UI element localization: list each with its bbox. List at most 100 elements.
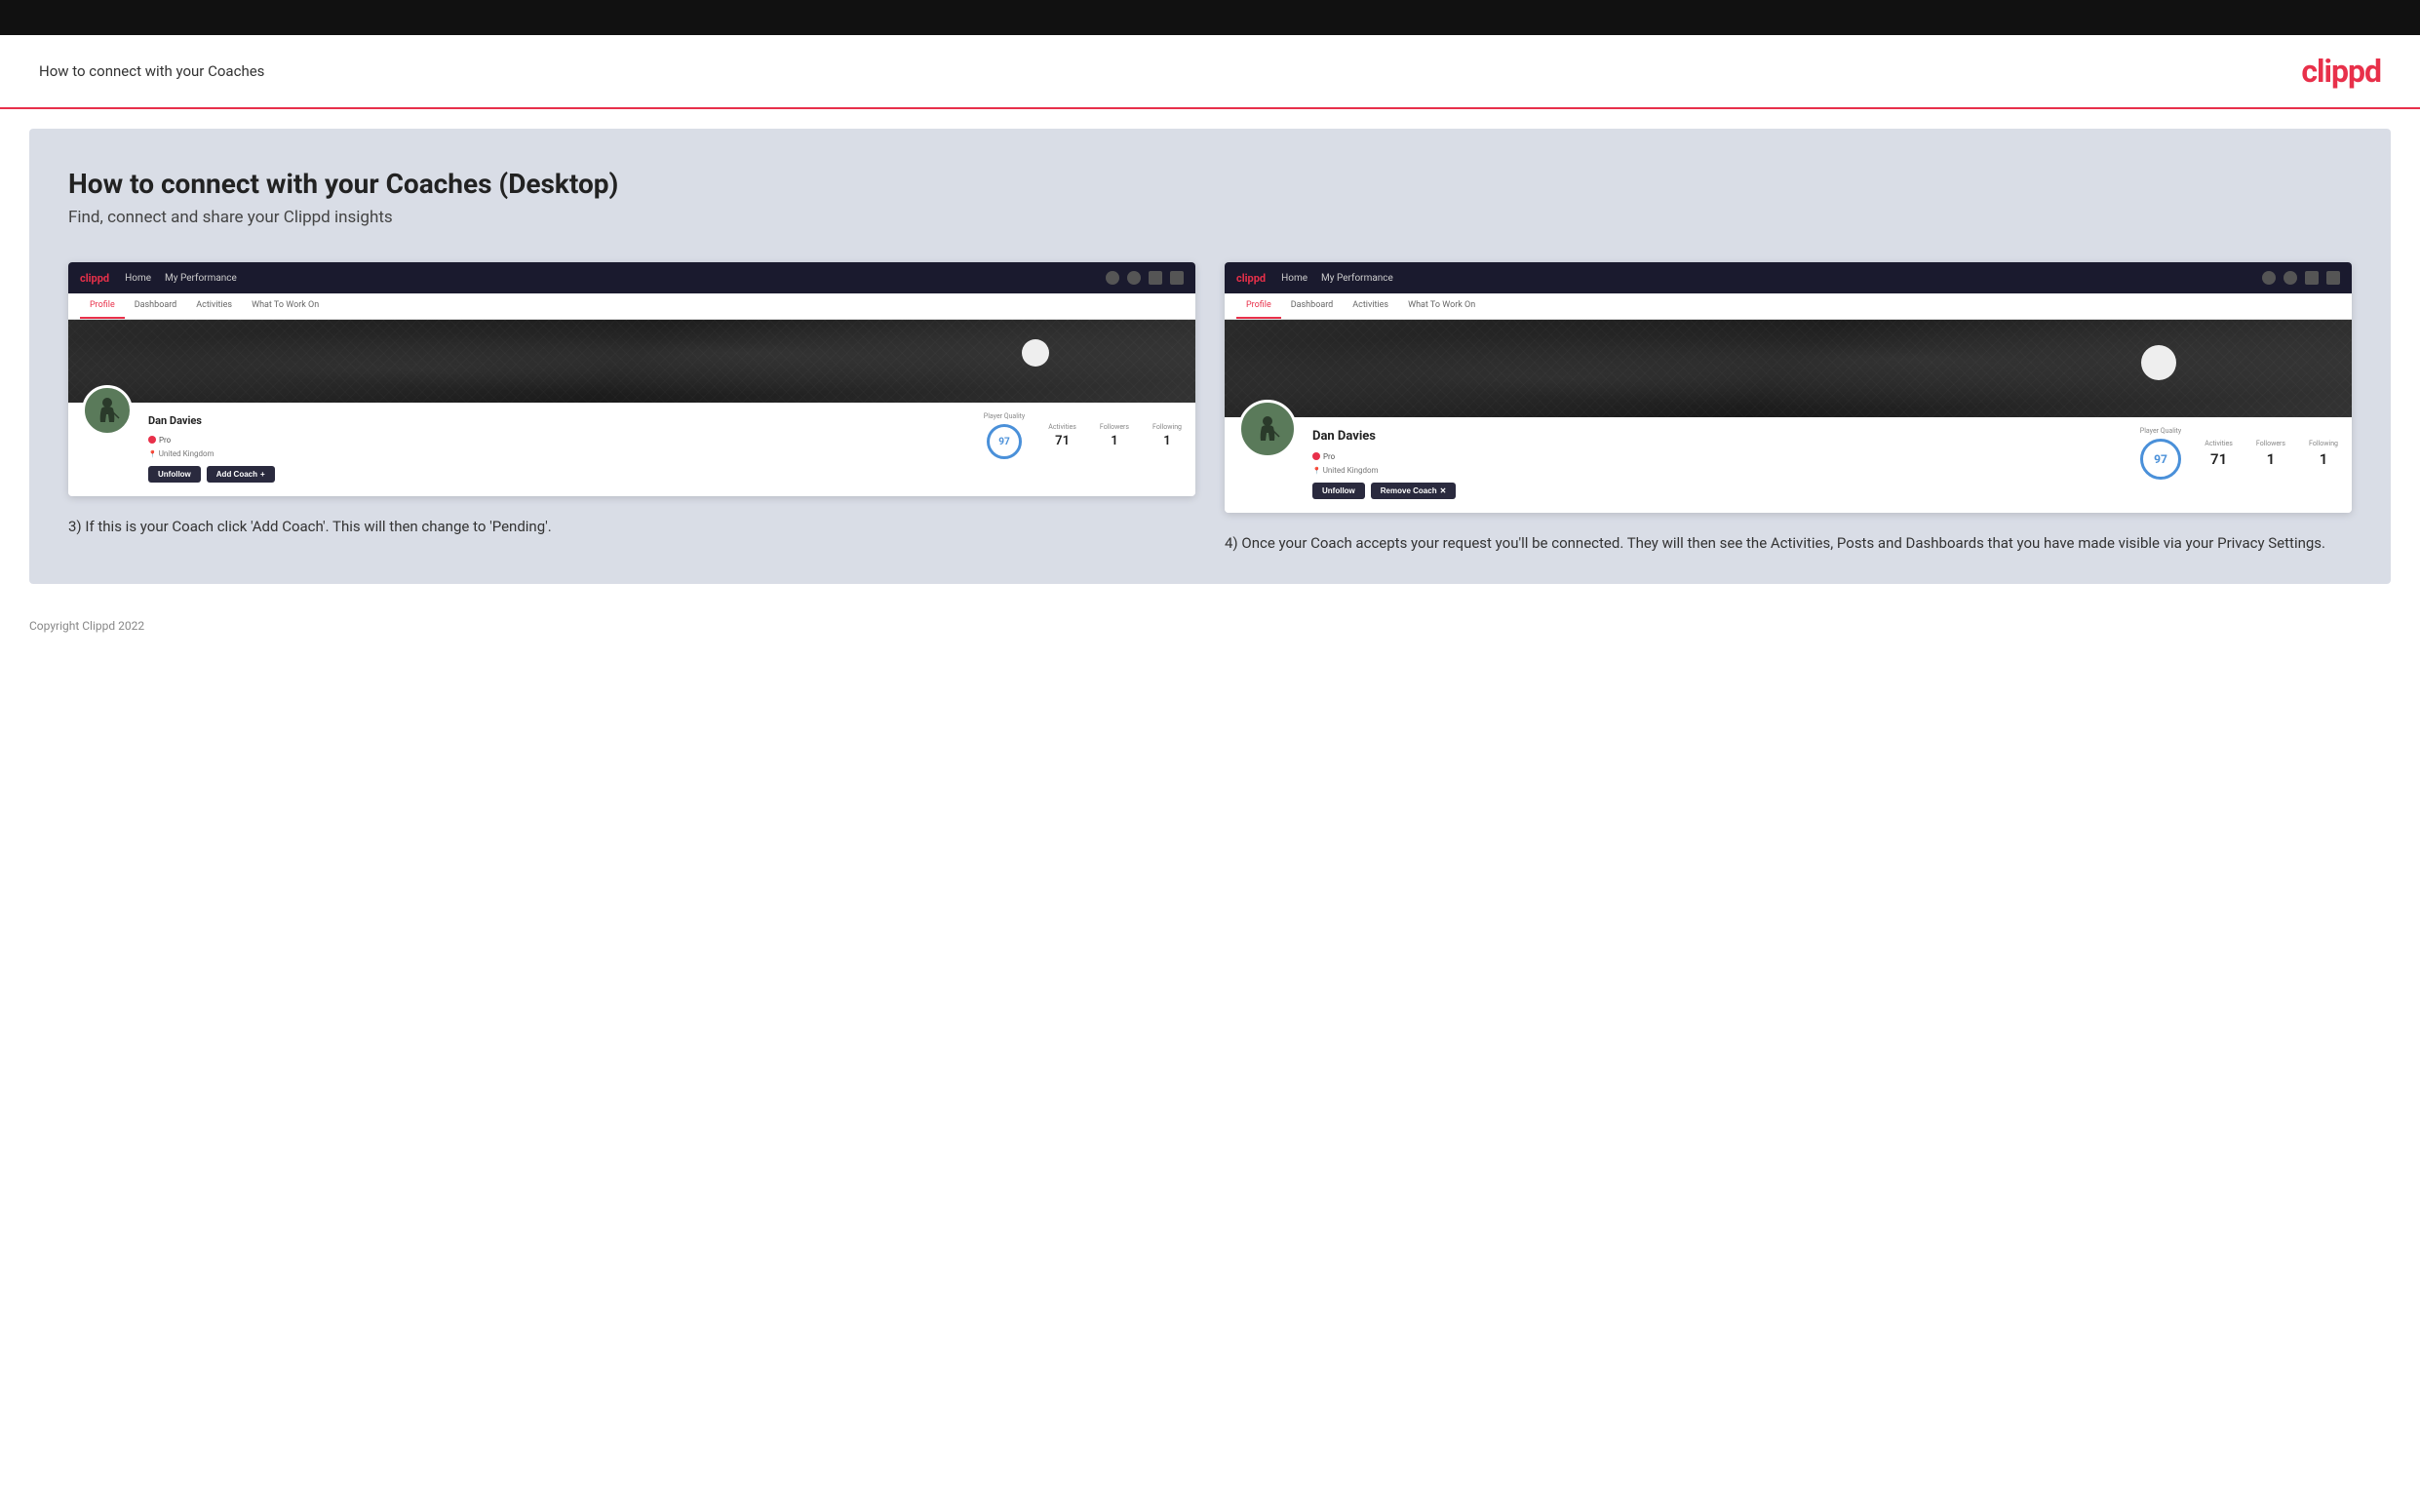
- left-nav-my-performance: My Performance: [165, 273, 237, 284]
- left-activities-stat: Activities 71: [1048, 423, 1076, 448]
- left-mock-nav-icons: [1106, 271, 1184, 285]
- right-settings-icon: [2305, 271, 2319, 285]
- left-mock-nav-items: Home My Performance: [125, 273, 1090, 284]
- right-nav-home: Home: [1281, 273, 1308, 284]
- footer: Copyright Clippd 2022: [0, 603, 2420, 648]
- right-quality-circle: 97: [2140, 439, 2181, 480]
- left-unfollow-button[interactable]: Unfollow: [148, 466, 201, 483]
- right-avatar-wrap: [1238, 400, 1297, 458]
- right-user-icon: [2283, 271, 2297, 285]
- columns: clippd Home My Performance Profile: [68, 262, 2352, 555]
- right-profile-icon: [2326, 271, 2340, 285]
- left-banner-ball: [1022, 339, 1049, 367]
- right-following-value: 1: [2309, 450, 2338, 468]
- right-mock-profile: Dan Davies Pro 📍 United Kingdom Unfollow: [1225, 417, 2352, 513]
- left-badge-label: Pro: [159, 436, 171, 445]
- left-description: 3) If this is your Coach click 'Add Coac…: [68, 516, 1195, 538]
- right-mock-tabs: Profile Dashboard Activities What To Wor…: [1225, 293, 2352, 320]
- right-column: clippd Home My Performance Profile: [1225, 262, 2352, 555]
- left-nav-home: Home: [125, 273, 151, 284]
- left-player-quality: Player Quality 97: [984, 412, 1025, 459]
- right-mock-nav-icons: [2262, 271, 2340, 285]
- header-title: How to connect with your Coaches: [39, 62, 264, 80]
- main-content: How to connect with your Coaches (Deskto…: [29, 129, 2391, 584]
- right-mock-logo: clippd: [1236, 272, 1266, 285]
- left-quality-circle: 97: [987, 424, 1022, 459]
- left-avatar-wrap: [82, 385, 133, 436]
- right-profile-location: 📍 United Kingdom: [1312, 466, 2125, 475]
- right-mock-nav: clippd Home My Performance: [1225, 262, 2352, 293]
- right-profile-info: Dan Davies Pro 📍 United Kingdom Unfollow: [1312, 427, 2125, 499]
- right-banner-overlay: [1225, 320, 2352, 417]
- right-tab-what-to-work-on[interactable]: What To Work On: [1398, 293, 1485, 319]
- left-user-icon: [1127, 271, 1141, 285]
- left-mock-profile: Dan Davies Pro 📍 United Kingdom Unfollow: [68, 403, 1195, 496]
- left-mock-stats: Player Quality 97 Activities 71 Follower…: [984, 412, 1182, 459]
- right-description: 4) Once your Coach accepts your request …: [1225, 532, 2352, 555]
- left-column: clippd Home My Performance Profile: [68, 262, 1195, 555]
- left-following-value: 1: [1152, 434, 1182, 448]
- left-activities-label: Activities: [1048, 423, 1076, 431]
- left-badge-icon: [148, 436, 156, 444]
- right-followers-stat: Followers 1: [2256, 440, 2285, 468]
- page-subtitle: Find, connect and share your Clippd insi…: [68, 208, 2352, 227]
- right-player-quality: Player Quality 97: [2140, 427, 2181, 480]
- left-add-icon: +: [260, 470, 265, 479]
- right-search-icon: [2262, 271, 2276, 285]
- left-screenshot: clippd Home My Performance Profile: [68, 262, 1195, 496]
- right-nav-my-performance: My Performance: [1321, 273, 1393, 284]
- left-mock-logo: clippd: [80, 272, 109, 285]
- right-badge-label: Pro: [1323, 452, 1335, 461]
- right-tab-activities[interactable]: Activities: [1343, 293, 1398, 319]
- left-location-icon: 📍: [148, 450, 157, 458]
- right-tab-dashboard[interactable]: Dashboard: [1281, 293, 1344, 319]
- left-activities-value: 71: [1048, 434, 1076, 448]
- page-title: How to connect with your Coaches (Deskto…: [68, 168, 2352, 200]
- right-banner-ball: [2141, 345, 2176, 380]
- clippd-logo: clippd: [2301, 53, 2381, 90]
- left-followers-stat: Followers 1: [1100, 423, 1129, 448]
- right-mock-buttons: Unfollow Remove Coach ✕: [1312, 483, 2125, 499]
- left-mock-banner: [68, 320, 1195, 403]
- left-following-label: Following: [1152, 423, 1182, 431]
- right-followers-label: Followers: [2256, 440, 2285, 447]
- left-followers-label: Followers: [1100, 423, 1129, 431]
- left-profile-badge: Pro: [148, 436, 171, 445]
- left-location-text: United Kingdom: [159, 449, 215, 458]
- left-tab-dashboard[interactable]: Dashboard: [125, 293, 187, 319]
- right-mock-nav-items: Home My Performance: [1281, 273, 2246, 284]
- left-tab-activities[interactable]: Activities: [186, 293, 242, 319]
- right-golfer-icon: [1252, 413, 1283, 445]
- left-profile-icon: [1170, 271, 1184, 285]
- left-settings-icon: [1149, 271, 1162, 285]
- left-followers-value: 1: [1100, 434, 1129, 448]
- top-bar: [0, 0, 2420, 35]
- right-badge-icon: [1312, 452, 1320, 460]
- right-avatar: [1238, 400, 1297, 458]
- right-activities-label: Activities: [2205, 440, 2233, 447]
- left-add-coach-label: Add Coach: [216, 470, 257, 479]
- left-tab-what-to-work-on[interactable]: What To Work On: [242, 293, 329, 319]
- right-profile-badge: Pro: [1312, 452, 1335, 461]
- right-mock-stats: Player Quality 97 Activities 71 Follower…: [2140, 427, 2338, 480]
- left-profile-info: Dan Davies Pro 📍 United Kingdom Unfollow: [148, 412, 968, 483]
- right-following-stat: Following 1: [2309, 440, 2338, 468]
- left-mock-tabs: Profile Dashboard Activities What To Wor…: [68, 293, 1195, 320]
- left-search-icon: [1106, 271, 1119, 285]
- right-mock-banner: [1225, 320, 2352, 417]
- right-unfollow-button[interactable]: Unfollow: [1312, 483, 1365, 499]
- left-profile-name: Dan Davies: [148, 414, 968, 427]
- right-remove-coach-label: Remove Coach: [1381, 486, 1437, 495]
- right-quality-label: Player Quality: [2140, 427, 2181, 435]
- left-golfer-icon: [92, 395, 123, 426]
- left-mock-nav: clippd Home My Performance: [68, 262, 1195, 293]
- right-profile-name: Dan Davies: [1312, 429, 2125, 444]
- right-remove-coach-button[interactable]: Remove Coach ✕: [1371, 483, 1457, 499]
- right-tab-profile[interactable]: Profile: [1236, 293, 1281, 319]
- right-activities-stat: Activities 71: [2205, 440, 2233, 468]
- right-screenshot: clippd Home My Performance Profile: [1225, 262, 2352, 513]
- left-following-stat: Following 1: [1152, 423, 1182, 448]
- left-profile-location: 📍 United Kingdom: [148, 449, 968, 458]
- left-tab-profile[interactable]: Profile: [80, 293, 125, 319]
- left-add-coach-button[interactable]: Add Coach +: [207, 466, 275, 483]
